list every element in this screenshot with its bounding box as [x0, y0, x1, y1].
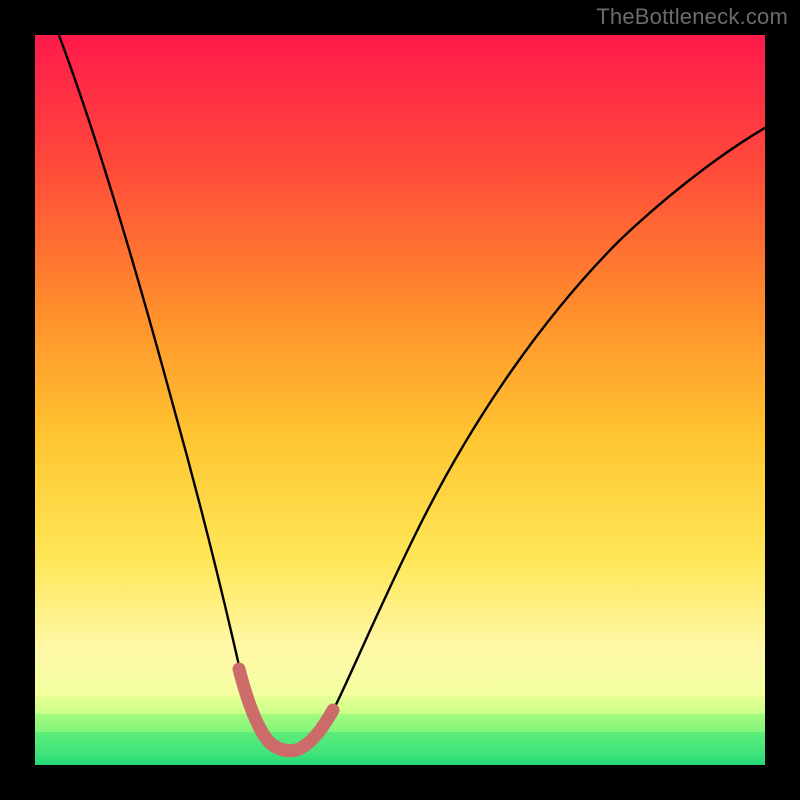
chart-frame: TheBottleneck.com	[0, 0, 800, 800]
gradient-background	[35, 35, 765, 765]
watermark-text: TheBottleneck.com	[596, 4, 788, 30]
bottleneck-chart	[35, 35, 765, 765]
